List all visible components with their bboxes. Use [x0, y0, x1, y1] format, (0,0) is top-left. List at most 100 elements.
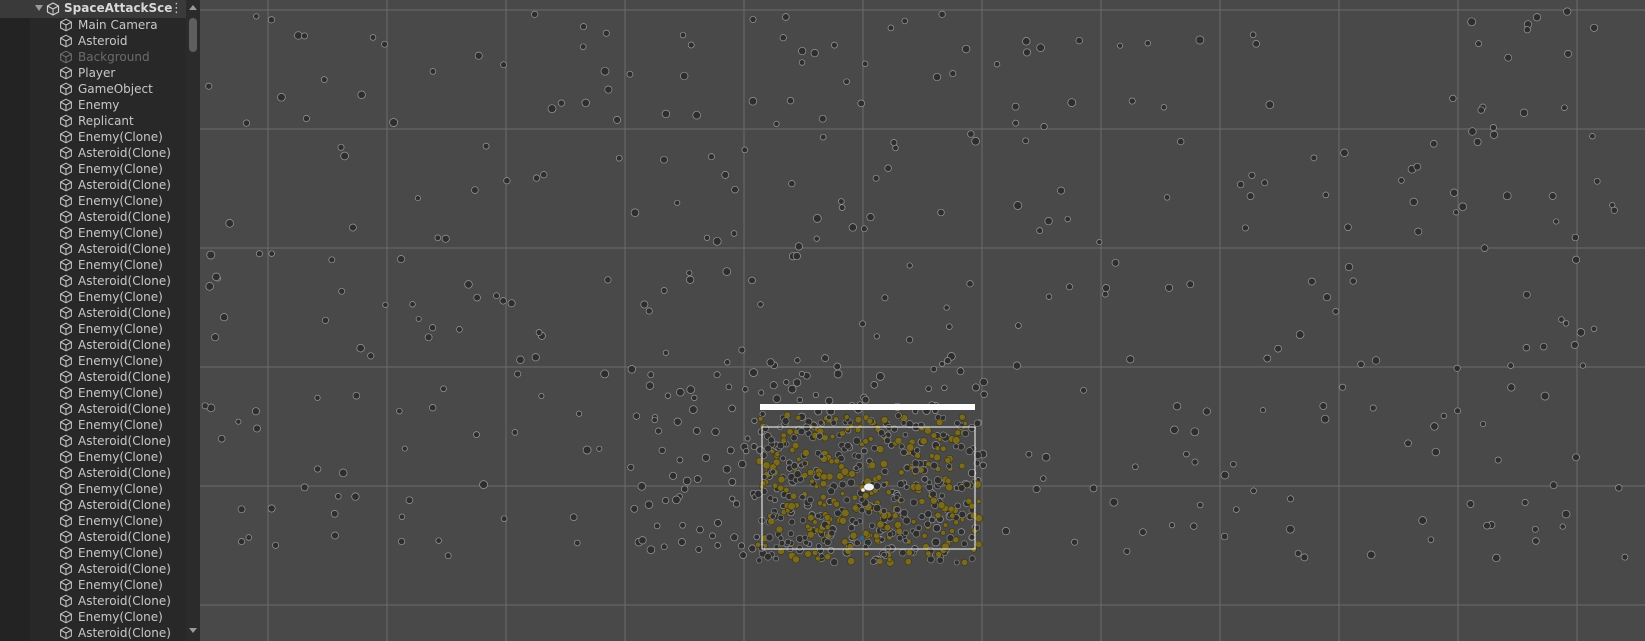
hierarchy-item[interactable]: Enemy(Clone): [0, 513, 186, 529]
asteroid-sprite: [337, 143, 345, 151]
asteroid-sprite: [1522, 344, 1531, 352]
asteroid-sprite: [911, 466, 920, 475]
asteroid-sprite: [686, 275, 695, 284]
asteroid-sprite: [1548, 192, 1557, 200]
hierarchy-item[interactable]: Asteroid: [0, 33, 186, 49]
asteroid-sprite: [712, 236, 722, 246]
fold-arrow-icon[interactable]: [35, 5, 43, 11]
asteroid-sprite: [1473, 137, 1482, 146]
hierarchy-item[interactable]: Enemy(Clone): [0, 161, 186, 177]
asteroid-sprite: [1186, 280, 1195, 289]
asteroid-sprite: [1440, 412, 1447, 420]
hierarchy-item[interactable]: Enemy(Clone): [0, 321, 186, 337]
asteroid-sprite: [1492, 553, 1501, 563]
hierarchy-item[interactable]: Asteroid(Clone): [0, 209, 186, 225]
hierarchy-item[interactable]: Asteroid(Clone): [0, 497, 186, 513]
hierarchy-item[interactable]: Asteroid(Clone): [0, 465, 186, 481]
enemy-sprite: [854, 426, 862, 433]
asteroid-sprite: [686, 385, 695, 394]
hierarchy-item[interactable]: Asteroid(Clone): [0, 305, 186, 321]
asteroid-sprite: [1579, 362, 1586, 369]
asteroid-sprite: [1319, 402, 1328, 410]
enemy-sprite: [802, 448, 810, 457]
hierarchy-item-label: Asteroid(Clone): [78, 466, 171, 480]
hierarchy-item[interactable]: Enemy(Clone): [0, 449, 186, 465]
hierarchy-item[interactable]: Asteroid(Clone): [0, 241, 186, 257]
kebab-menu-icon[interactable]: ⋮: [170, 1, 183, 17]
asteroid-sprite: [1449, 94, 1457, 103]
asteroid-sprite: [728, 404, 736, 413]
asteroid-sprite: [893, 494, 900, 501]
hierarchy-item[interactable]: Asteroid(Clone): [0, 273, 186, 289]
hierarchy-item[interactable]: GameObject: [0, 81, 186, 97]
hierarchy-item[interactable]: Enemy(Clone): [0, 353, 186, 369]
scroll-up-icon[interactable]: [189, 5, 197, 10]
scene-view[interactable]: [200, 0, 1645, 641]
enemy-sprite: [934, 445, 941, 452]
cube-icon: [60, 114, 72, 128]
hierarchy-item[interactable]: Asteroid(Clone): [0, 529, 186, 545]
hierarchy-item[interactable]: Asteroid(Clone): [0, 369, 186, 385]
hierarchy-item[interactable]: Enemy(Clone): [0, 609, 186, 625]
hierarchy-item-label: Asteroid(Clone): [78, 594, 171, 608]
asteroid-sprite: [1340, 148, 1349, 157]
hierarchy-item[interactable]: Asteroid(Clone): [0, 337, 186, 353]
enemy-sprite: [833, 457, 840, 465]
enemy-sprite: [804, 523, 811, 530]
hierarchy-item[interactable]: Enemy(Clone): [0, 545, 186, 561]
scene-title: SpaceAttackSce: [64, 1, 173, 15]
asteroid-sprite: [1117, 42, 1124, 49]
hierarchy-item[interactable]: Enemy(Clone): [0, 481, 186, 497]
asteroid-sprite: [351, 492, 360, 501]
hierarchy-item[interactable]: Enemy(Clone): [0, 385, 186, 401]
hierarchy-item[interactable]: Asteroid(Clone): [0, 401, 186, 417]
enemy-sprite: [775, 525, 784, 534]
hierarchy-item[interactable]: Asteroid(Clone): [0, 593, 186, 609]
scroll-down-icon[interactable]: [189, 628, 197, 633]
asteroid-sprite: [638, 536, 647, 545]
asteroid-sprite: [682, 476, 692, 486]
hierarchy-item[interactable]: Asteroid(Clone): [0, 625, 186, 641]
scrollbar-thumb[interactable]: [189, 18, 197, 52]
hierarchy-item[interactable]: Asteroid(Clone): [0, 145, 186, 161]
asteroid-sprite: [1610, 206, 1618, 214]
hierarchy-item[interactable]: Enemy(Clone): [0, 193, 186, 209]
asteroid-sprite: [1572, 453, 1580, 462]
hierarchy-item[interactable]: Enemy: [0, 97, 186, 113]
hierarchy-item[interactable]: Enemy(Clone): [0, 225, 186, 241]
hierarchy-item[interactable]: Background: [0, 49, 186, 65]
enemy-sprite: [898, 469, 905, 476]
hierarchy-item[interactable]: Replicant: [0, 113, 186, 129]
asteroid-sprite: [647, 371, 655, 379]
hierarchy-item[interactable]: Main Camera: [0, 17, 186, 33]
hierarchy-scrollbar[interactable]: [186, 0, 200, 641]
asteroid-sprite: [1168, 522, 1176, 529]
hierarchy-item[interactable]: Asteroid(Clone): [0, 177, 186, 193]
asteroid-sprite: [912, 529, 921, 538]
asteroid-sprite: [1539, 342, 1548, 351]
asteroid-sprite: [714, 542, 721, 549]
asteroid-sprite: [757, 301, 764, 308]
hierarchy-item[interactable]: Asteroid(Clone): [0, 433, 186, 449]
scene-canvas[interactable]: [200, 0, 1645, 641]
asteroid-sprite: [1483, 521, 1491, 530]
hierarchy-item[interactable]: Enemy(Clone): [0, 129, 186, 145]
asteroid-sprite: [843, 78, 850, 85]
enemy-sprite: [952, 536, 960, 544]
asteroid-sprite: [725, 383, 733, 391]
hierarchy-item[interactable]: Enemy(Clone): [0, 577, 186, 593]
enemy-sprite: [921, 533, 928, 539]
scene-header-row[interactable]: SpaceAttackSce ⋮: [0, 0, 186, 18]
hierarchy-item[interactable]: Enemy(Clone): [0, 289, 186, 305]
hierarchy-item[interactable]: Enemy(Clone): [0, 417, 186, 433]
enemy-sprite: [774, 451, 781, 458]
asteroid-sprite: [812, 391, 819, 398]
hierarchy-item[interactable]: Enemy(Clone): [0, 257, 186, 273]
hierarchy-item[interactable]: Player: [0, 65, 186, 81]
asteroid-sprite: [869, 522, 876, 529]
enemy-sprite: [815, 555, 821, 562]
enemy-sprite: [961, 558, 969, 566]
enemy-sprite: [945, 483, 954, 492]
hierarchy-item[interactable]: Asteroid(Clone): [0, 561, 186, 577]
asteroid-sprite: [881, 481, 887, 488]
